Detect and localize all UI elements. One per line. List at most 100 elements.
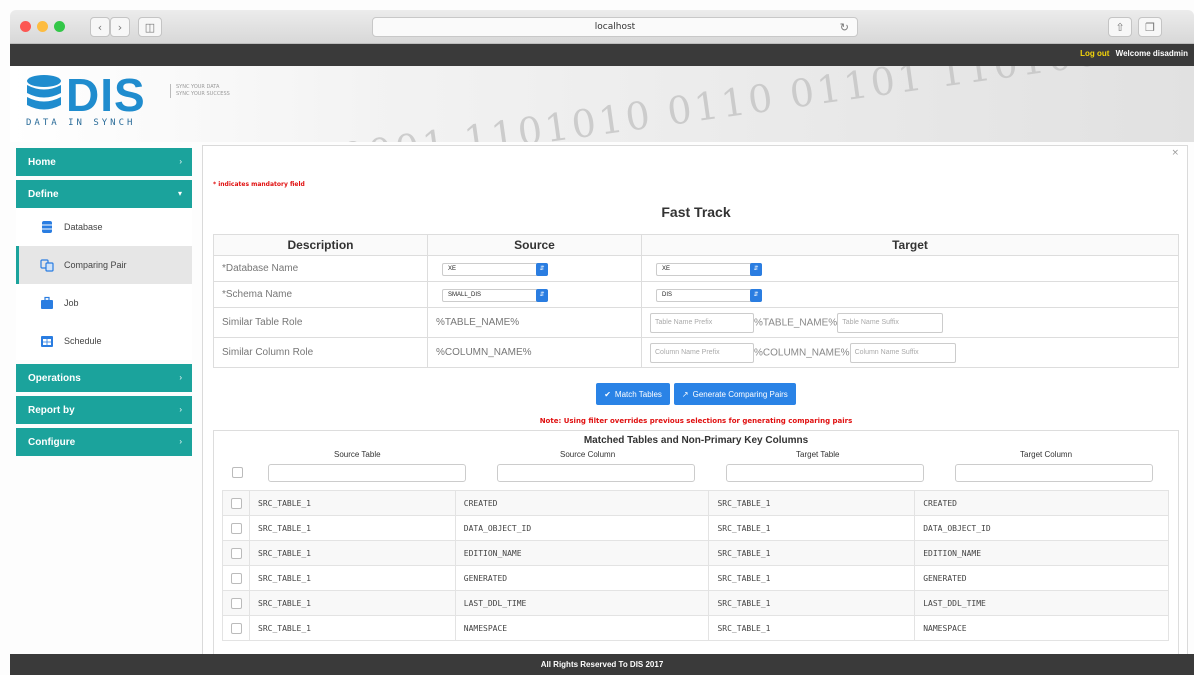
row-checkbox[interactable]: [231, 547, 242, 559]
sidebar-item-operations[interactable]: Operations ›: [16, 364, 192, 392]
sidebar-item-comparing-pair[interactable]: Comparing Pair: [16, 246, 192, 284]
chevron-right-icon: ›: [179, 405, 182, 414]
check-icon: ✔: [604, 389, 611, 399]
table-prefix-input[interactable]: Table Name Prefix: [650, 312, 754, 333]
fast-track-config-table: Description Source Target *Database Name…: [213, 234, 1179, 368]
table-suffix-input[interactable]: Table Name Suffix: [837, 312, 944, 333]
select-all-checkbox[interactable]: [232, 467, 243, 478]
similar-column-role-label: Similar Column Role: [213, 337, 428, 368]
target-table-cell: SRC_TABLE_1: [708, 565, 916, 591]
select-arrows-icon: ⇵: [536, 288, 548, 302]
source-column-role: %COLUMN_NAME%: [427, 337, 642, 368]
select-arrows-icon: ⇵: [750, 262, 762, 276]
table-row: SRC_TABLE_1 NAMESPACE SRC_TABLE_1 NAMESP…: [222, 615, 1169, 641]
mandatory-note: * indicates mandatory field: [213, 181, 305, 188]
table-row: SRC_TABLE_1 DATA_OBJECT_ID SRC_TABLE_1 D…: [222, 515, 1169, 541]
close-icon[interactable]: ×: [1171, 148, 1179, 158]
copyright-text: All Rights Reserved To DIS 2017: [540, 660, 664, 669]
source-table-cell: SRC_TABLE_1: [249, 615, 456, 641]
source-column-filter[interactable]: [497, 464, 695, 482]
target-column-filter[interactable]: [955, 464, 1153, 482]
generate-comparing-pairs-button[interactable]: ↗ Generate Comparing Pairs: [673, 383, 796, 405]
sidebar-item-define[interactable]: Define ▾: [16, 180, 192, 208]
reload-icon[interactable]: ↻: [840, 21, 849, 34]
target-header: Target: [641, 234, 1179, 256]
sidebar-item-home[interactable]: Home ›: [16, 148, 192, 176]
sidebar-item-report-by[interactable]: Report by ›: [16, 396, 192, 424]
fast-track-panel: × * indicates mandatory field Fast Track…: [202, 145, 1188, 657]
target-schema-select[interactable]: DIS ⇵: [656, 288, 762, 302]
browser-toolbar: ‹ › ◫ localhost ↻ ⇧ ❐: [10, 10, 1194, 44]
sidebar-item-database[interactable]: Database: [16, 208, 192, 246]
table-row: SRC_TABLE_1 GENERATED SRC_TABLE_1 GENERA…: [222, 565, 1169, 591]
target-table-cell: SRC_TABLE_1: [708, 615, 916, 641]
action-buttons: ✔ Match Tables ↗ Generate Comparing Pair…: [203, 383, 1187, 405]
target-table-filter[interactable]: [726, 464, 924, 482]
minimize-window-button[interactable]: [37, 21, 48, 32]
target-table-cell: SRC_TABLE_1: [708, 490, 916, 516]
chevron-right-icon: ›: [179, 157, 182, 166]
target-table-cell: SRC_TABLE_1: [708, 540, 916, 566]
close-window-button[interactable]: [20, 21, 31, 32]
chevron-right-icon: ›: [179, 437, 182, 446]
similar-table-role-label: Similar Table Role: [213, 307, 428, 338]
row-checkbox[interactable]: [231, 497, 242, 509]
schema-name-label: *Schema Name: [213, 281, 428, 308]
forward-icon[interactable]: ›: [110, 17, 130, 37]
description-header: Description: [213, 234, 428, 256]
source-column-cell: EDITION_NAME: [454, 540, 710, 566]
sidebar: Home › Define ▾ Database Comparing Pair …: [16, 148, 192, 460]
logout-link[interactable]: Log out: [1080, 49, 1109, 58]
sidebar-item-configure[interactable]: Configure ›: [16, 428, 192, 456]
column-prefix-input[interactable]: Column Name Prefix: [650, 342, 754, 363]
row-checkbox[interactable]: [231, 597, 242, 609]
filter-note: Note: Using filter overrides previous se…: [539, 417, 853, 425]
row-checkbox[interactable]: [231, 622, 242, 634]
target-column-role: %COLUMN_NAME%: [754, 347, 850, 359]
column-suffix-input[interactable]: Column Name Suffix: [849, 342, 956, 363]
define-submenu: Database Comparing Pair Job Schedule: [16, 208, 192, 360]
row-checkbox[interactable]: [231, 572, 242, 584]
target-column-cell: DATA_OBJECT_ID: [914, 515, 1169, 541]
database-icon: [42, 221, 52, 233]
calendar-icon: [41, 336, 53, 347]
source-table-column-header: Source Table: [334, 450, 381, 459]
source-database-select[interactable]: XE ⇵: [442, 262, 548, 276]
logo-tagline: SYNC YOUR DATA SYNC YOUR SUCCESS: [170, 84, 230, 98]
comparing-pair-icon: [40, 259, 54, 272]
logo-text: DIS: [66, 69, 146, 121]
source-column-cell: NAMESPACE: [454, 615, 710, 641]
table-row: SRC_TABLE_1 LAST_DDL_TIME SRC_TABLE_1 LA…: [222, 590, 1169, 616]
logo-subtitle: DATA IN SYNCH: [26, 118, 136, 128]
source-table-filter[interactable]: [268, 464, 466, 482]
source-schema-select[interactable]: SMALL_DIS ⇵: [442, 288, 548, 302]
tabs-icon[interactable]: ❐: [1138, 17, 1162, 37]
target-column-cell: CREATED: [914, 490, 1169, 516]
target-column-cell: EDITION_NAME: [914, 540, 1169, 566]
url-text: localhost: [594, 22, 636, 32]
address-bar[interactable]: localhost ↻: [372, 17, 858, 37]
source-table-role: %TABLE_NAME%: [427, 307, 642, 338]
back-icon[interactable]: ‹: [90, 17, 110, 37]
sidebar-item-schedule[interactable]: Schedule: [16, 322, 192, 360]
row-checkbox[interactable]: [231, 522, 242, 534]
source-column-cell: CREATED: [454, 490, 710, 516]
match-tables-button[interactable]: ✔ Match Tables: [596, 383, 670, 405]
target-column-cell: NAMESPACE: [914, 615, 1169, 641]
dis-logo[interactable]: DIS DATA IN SYNCH SYNC YOUR DATA SYNC YO…: [24, 69, 284, 136]
source-column-cell: DATA_OBJECT_ID: [454, 515, 710, 541]
source-column-column-header: Source Column: [560, 450, 616, 459]
source-table-cell: SRC_TABLE_1: [249, 490, 456, 516]
user-bar: Log out Welcome disadmin: [10, 44, 1194, 66]
share-icon[interactable]: ⇧: [1108, 17, 1132, 37]
source-table-cell: SRC_TABLE_1: [249, 565, 456, 591]
maximize-window-button[interactable]: [54, 21, 65, 32]
target-table-role: %TABLE_NAME%: [754, 317, 838, 329]
welcome-text: Welcome disadmin: [1115, 49, 1188, 58]
target-database-select[interactable]: XE ⇵: [656, 262, 762, 276]
source-table-cell: SRC_TABLE_1: [249, 515, 456, 541]
sidebar-toggle-icon[interactable]: ◫: [138, 17, 162, 37]
sidebar-item-job[interactable]: Job: [16, 284, 192, 322]
database-name-label: *Database Name: [213, 255, 428, 282]
table-row: SRC_TABLE_1 EDITION_NAME SRC_TABLE_1 EDI…: [222, 540, 1169, 566]
